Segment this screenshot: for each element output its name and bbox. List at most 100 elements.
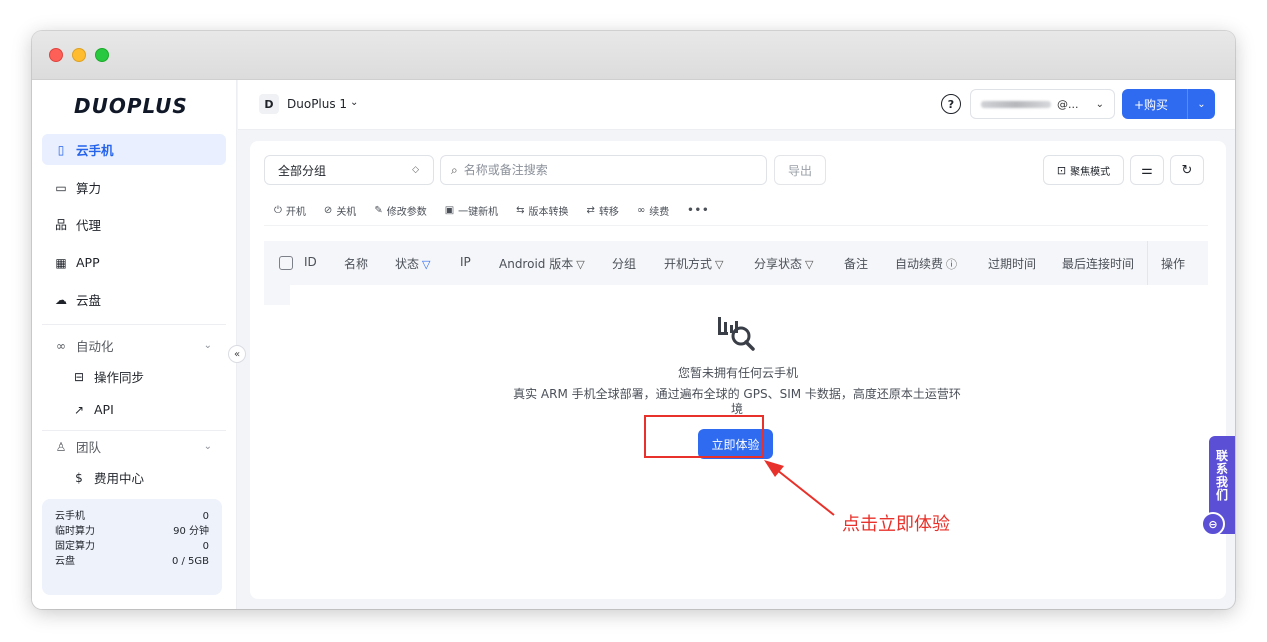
chat-icon[interactable]: ⊖ — [1201, 512, 1225, 536]
sidebar-item-label: APP — [76, 255, 100, 270]
action-label: 版本转换 — [528, 207, 569, 218]
account-selector[interactable]: @... ⌄ — [970, 89, 1115, 119]
select-all-checkbox[interactable] — [279, 256, 293, 270]
app-window: DUOPLUS ▯ 云手机 ▭ 算力 品 代理 ▦ APP ☁ 云盘 ∞ 自动化… — [32, 31, 1235, 609]
action-label: 开机 — [285, 207, 306, 218]
main-content: 全部分组 ◇ ⌕ 导出 ⊡ 聚焦模式 ⚌ ↻ ⏻开机 ⊘关机 ✎修改参数 ▣一键… — [250, 141, 1226, 599]
action-version-convert[interactable]: ⇆ 版本转换 — [516, 203, 568, 218]
refresh-button[interactable]: ↻ — [1170, 155, 1204, 185]
empty-state-title: 您暂未拥有任何云手机 — [677, 366, 798, 380]
maximize-window-button[interactable] — [95, 48, 109, 62]
chevron-down-icon: ⌄ — [203, 340, 212, 351]
contact-label: 联系我们 — [1216, 449, 1229, 502]
chevron-down-icon[interactable]: ⌄ — [1188, 99, 1215, 110]
chevron-down-icon[interactable]: ⌄ — [350, 97, 358, 108]
sidebar-item-operation-sync[interactable]: ⊟ 操作同步 — [42, 361, 226, 392]
info-icon[interactable]: ⓘ — [946, 258, 957, 271]
column-divider — [1147, 241, 1148, 285]
sidebar-item-cloud-drive[interactable]: ☁ 云盘 — [42, 284, 226, 315]
sidebar-item-label: API — [94, 402, 114, 417]
focus-mode-label: 聚焦模式 — [1070, 166, 1111, 178]
action-label: 关机 — [336, 207, 357, 218]
settings-sliders-button[interactable]: ⚌ — [1130, 155, 1164, 185]
column-boot-mode[interactable]: 开机方式 ▽ — [664, 255, 723, 272]
chevron-down-icon: ⌄ — [203, 441, 212, 452]
filter-icon[interactable]: ▽ — [422, 258, 430, 271]
phone-icon: ▯ — [57, 142, 65, 157]
edit-icon: ✎ — [374, 205, 383, 216]
action-label: 转移 — [598, 207, 619, 218]
action-power-on[interactable]: ⏻ 开机 — [274, 203, 306, 218]
search-icon: ⌕ — [451, 162, 458, 177]
column-label: 分享状态 — [754, 257, 803, 271]
action-label: 续费 — [649, 207, 670, 218]
action-label: 一键新机 — [458, 207, 499, 218]
api-icon: ↗ — [73, 402, 85, 417]
action-label: 修改参数 — [386, 207, 427, 218]
sync-icon: ⊟ — [73, 369, 85, 384]
stat-row: 云手机 0 — [55, 509, 209, 524]
sidebar-item-compute[interactable]: ▭ 算力 — [42, 172, 226, 203]
stat-label: 云手机 — [55, 511, 85, 522]
sidebar-group-automation[interactable]: ∞ 自动化 ⌄ — [42, 330, 226, 361]
focus-icon: ⊡ — [1056, 163, 1067, 177]
power-off-icon: ⊘ — [323, 205, 333, 216]
export-button[interactable]: 导出 — [774, 155, 826, 185]
stat-label: 云盘 — [55, 556, 75, 567]
column-auto-renew[interactable]: 自动续费 ⓘ — [895, 255, 957, 272]
column-remark: 备注 — [844, 257, 869, 271]
stat-label: 临时算力 — [55, 526, 95, 537]
stat-value: 0 — [202, 511, 209, 522]
dollar-icon: $ — [75, 470, 83, 485]
title-bar — [32, 31, 1235, 80]
action-edit-params[interactable]: ✎ 修改参数 — [374, 203, 426, 218]
help-icon[interactable]: ? — [941, 94, 961, 114]
users-icon: ♙ — [55, 439, 67, 454]
search-input[interactable] — [463, 163, 744, 177]
minimize-window-button[interactable] — [72, 48, 86, 62]
action-transfer[interactable]: ⇄ 转移 — [587, 203, 619, 218]
column-status[interactable]: 状态 ▽ — [395, 255, 430, 272]
network-icon: 品 — [54, 218, 67, 232]
infinity-icon: ∞ — [56, 338, 66, 353]
close-window-button[interactable] — [49, 48, 63, 62]
collapse-sidebar-button[interactable]: « — [228, 345, 246, 363]
sidebar-item-label: 费用中心 — [94, 471, 145, 486]
column-share-status[interactable]: 分享状态 ▽ — [754, 255, 813, 272]
filter-icon[interactable]: ▽ — [805, 258, 813, 271]
more-actions-button[interactable]: ••• — [687, 205, 709, 216]
double-chevron-left-icon: « — [233, 348, 241, 360]
sidebar-item-proxy[interactable]: 品 代理 — [42, 209, 226, 240]
column-android-version[interactable]: Android 版本 ▽ — [499, 255, 585, 272]
sidebar-group-team[interactable]: ♙ 团队 ⌄ — [42, 431, 226, 462]
workspace-name[interactable]: DuoPlus 1 — [287, 97, 347, 111]
filter-icon[interactable]: ▽ — [715, 258, 723, 271]
action-renew[interactable]: ∞ 续费 — [637, 203, 669, 218]
focus-mode-button[interactable]: ⊡ 聚焦模式 — [1043, 155, 1124, 185]
buy-button[interactable]: +购买 ⌄ — [1122, 89, 1215, 119]
search-box[interactable]: ⌕ — [440, 155, 767, 185]
account-suffix: @... — [1057, 97, 1079, 111]
column-group: 分组 — [612, 257, 637, 271]
sidebar: DUOPLUS ▯ 云手机 ▭ 算力 品 代理 ▦ APP ☁ 云盘 ∞ 自动化… — [32, 80, 237, 609]
sidebar-item-cloud-phone[interactable]: ▯ 云手机 — [42, 134, 226, 165]
sidebar-item-api[interactable]: ↗ API — [42, 394, 226, 425]
column-expire-time: 过期时间 — [988, 257, 1037, 271]
workspace-badge[interactable]: D — [259, 94, 279, 114]
column-label: 自动续费 — [895, 257, 944, 271]
duoplus-logo[interactable]: DUOPLUS — [74, 94, 188, 118]
logo-text: DUOPLUS — [74, 94, 188, 118]
action-new-device[interactable]: ▣ 一键新机 — [445, 203, 498, 218]
resource-stats-card: 云手机 0 临时算力 90 分钟 固定算力 0 云盘 0 / 5GB — [42, 499, 222, 595]
filter-icon[interactable]: ▽ — [576, 258, 584, 271]
action-power-off[interactable]: ⊘ 关机 — [324, 203, 356, 218]
column-label: 状态 — [395, 257, 420, 271]
sidebar-item-billing[interactable]: $ 费用中心 — [42, 462, 226, 493]
batch-actions-bar: ⏻ 开机 ⊘ 关机 ✎ 修改参数 ▣ 一键新机 ⇆ 版本转换 ⇄ 转移 ∞ 续费 ••• — [264, 196, 1208, 226]
transfer-icon: ⇄ — [586, 205, 595, 216]
sidebar-item-app[interactable]: ▦ APP — [42, 247, 226, 278]
group-select[interactable]: 全部分组 ◇ — [264, 155, 434, 185]
sidebar-item-label: 算力 — [76, 181, 102, 196]
refresh-icon: ↻ — [1181, 162, 1193, 178]
column-name: 名称 — [344, 257, 369, 271]
